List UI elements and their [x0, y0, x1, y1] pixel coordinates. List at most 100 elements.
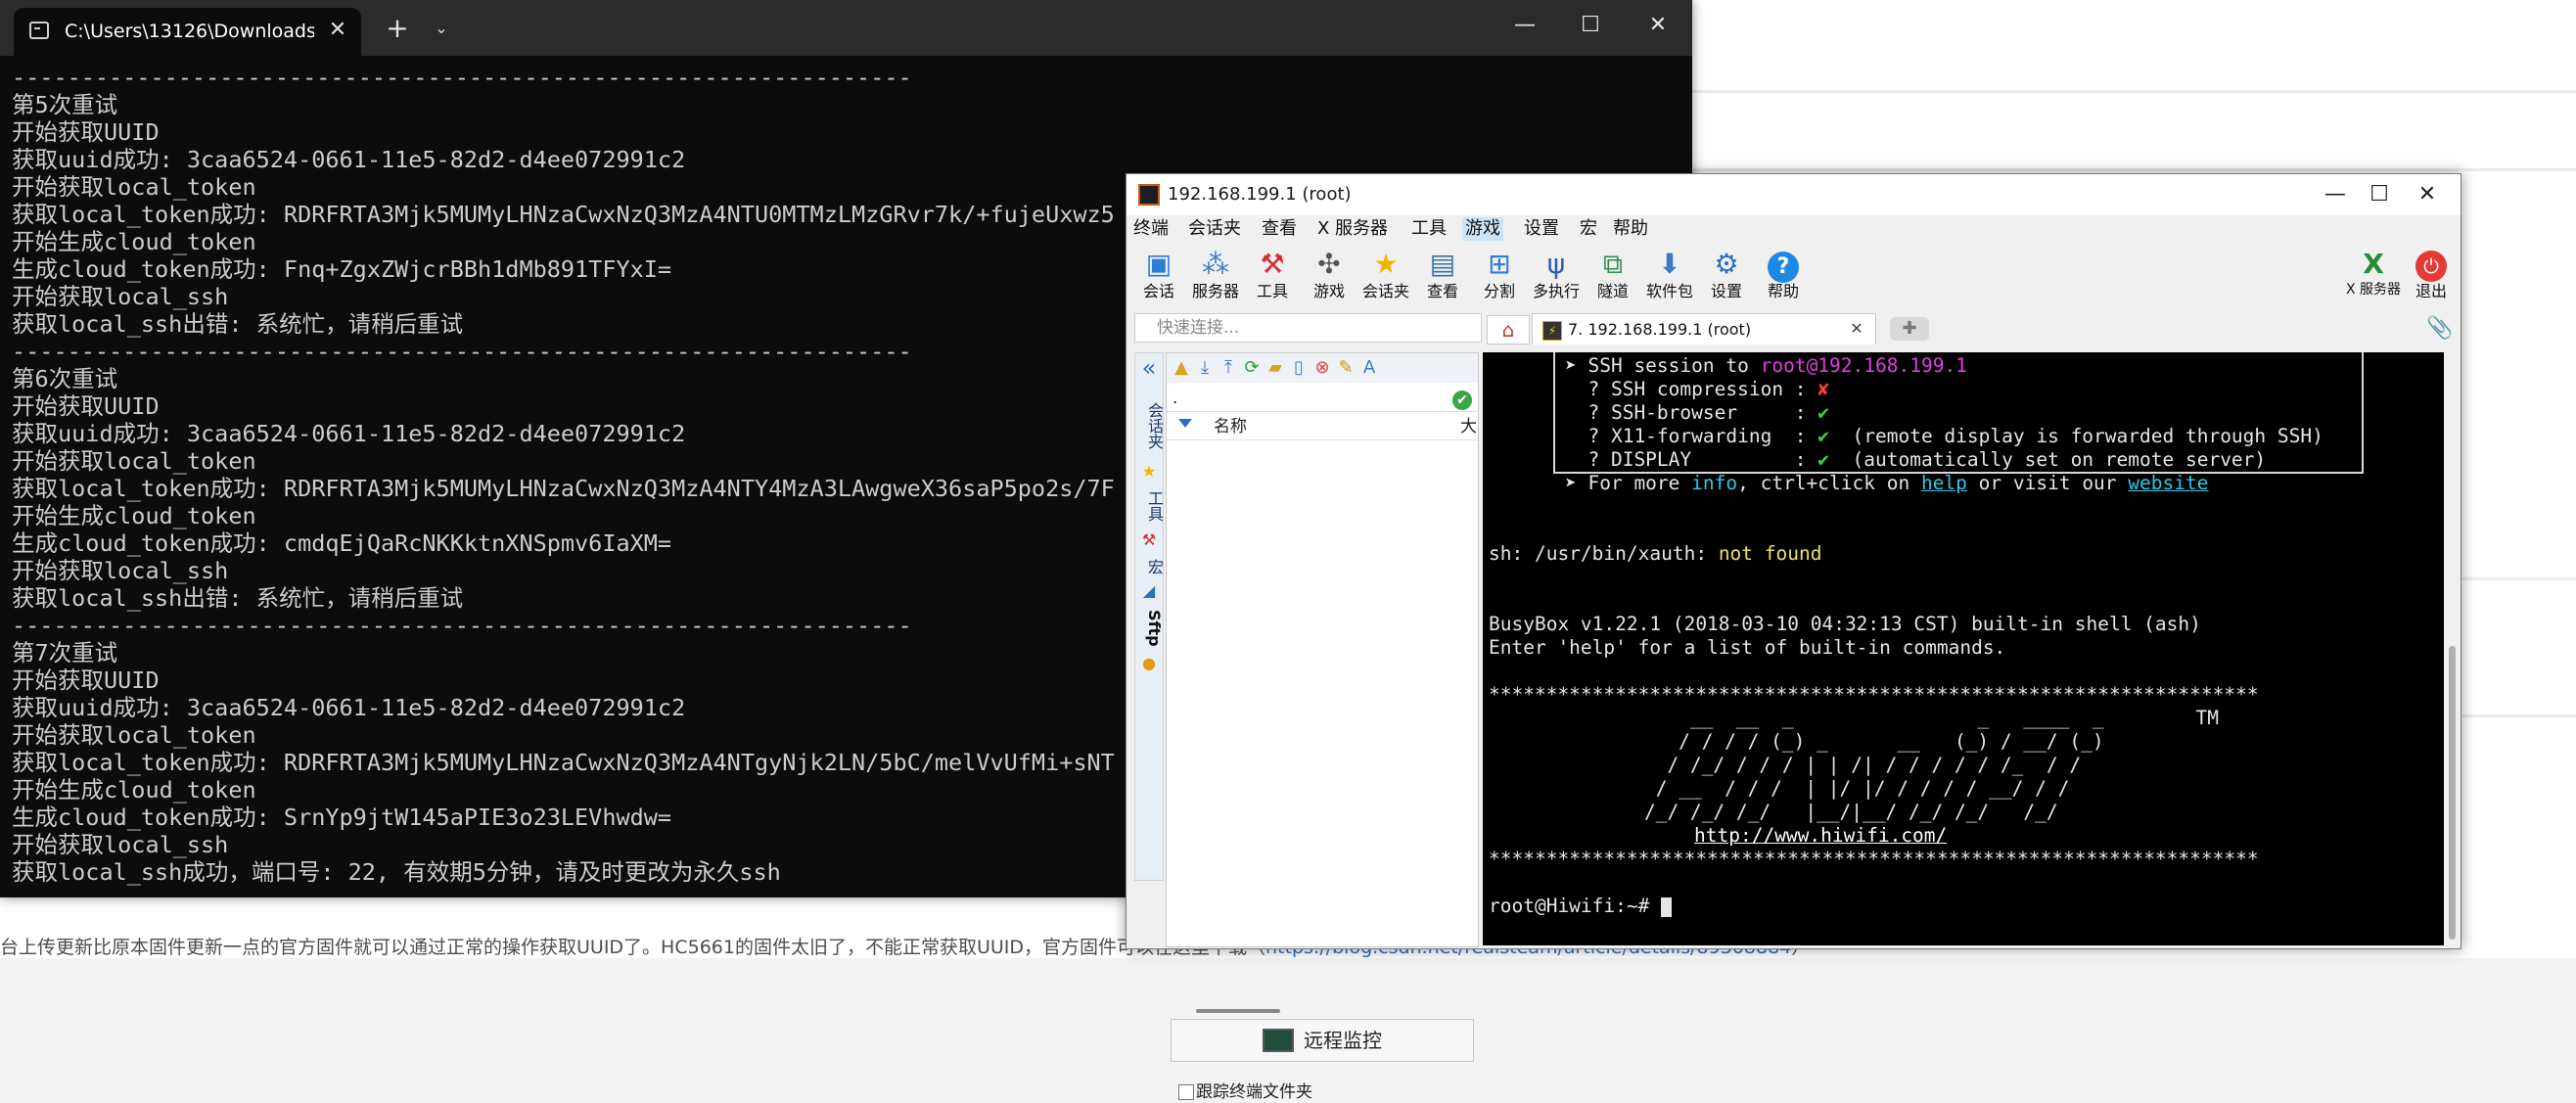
new-folder-icon[interactable]: ▰: [1265, 357, 1286, 379]
sftp-panel: ▲ ⤓ ⤒ ⟳ ▰ ▯ ⊗ ✎ A . ✔ 名称 大 远程监控 跟踪终端文件夹: [1166, 352, 1479, 1102]
term-line: ➤ SSH session to root@192.168.199.1: [1565, 354, 1967, 377]
maximize-button[interactable]: ☐: [1566, 8, 1615, 43]
terminal-output-line: 开始获取UUID: [12, 118, 160, 146]
column-size[interactable]: 大: [1460, 416, 1477, 437]
column-name[interactable]: 名称: [1214, 416, 1247, 437]
close-window-button[interactable]: ✕: [2403, 178, 2452, 211]
horizontal-scrollbar[interactable]: [1196, 1009, 1280, 1013]
menu-view[interactable]: 查看: [1259, 217, 1300, 241]
games-button[interactable]: ✣ 游戏: [1301, 245, 1357, 309]
minimize-button[interactable]: —: [2311, 178, 2360, 211]
hiwifi-link[interactable]: http://www.hiwifi.com/: [1694, 824, 1947, 847]
sidebar-tab-macros[interactable]: 宏: [1135, 559, 1164, 574]
multiexec-button[interactable]: ψ 多执行: [1528, 245, 1585, 309]
website-link[interactable]: website: [2128, 472, 2208, 494]
terminal-output-line: 获取local_token成功: RDRFRTA3Mjk5MUMyLHNzaCw…: [12, 475, 1115, 502]
menu-terminal[interactable]: 终端: [1130, 217, 1172, 241]
maximize-button[interactable]: ☐: [2355, 178, 2404, 211]
view-button[interactable]: ▤ 查看: [1414, 245, 1471, 309]
sessions-bookmark-button[interactable]: ★ 会话夹: [1357, 245, 1414, 309]
close-tab-icon[interactable]: ✕: [1846, 318, 1867, 340]
download-icon[interactable]: ⤓: [1194, 357, 1216, 379]
power-icon: ⏻: [2415, 247, 2448, 282]
sidebar-tab-sftp[interactable]: Sftp: [1135, 610, 1164, 647]
sidebar-tab-sessions[interactable]: 会话夹: [1135, 402, 1164, 449]
parent-folder-icon[interactable]: ▲: [1171, 357, 1192, 379]
chevron-down-icon[interactable]: ⌄: [427, 14, 456, 43]
wrench-icon[interactable]: ✎: [1335, 357, 1357, 379]
menu-help[interactable]: 帮助: [1610, 217, 1651, 241]
refresh-icon[interactable]: ⟳: [1241, 357, 1263, 379]
new-tab-button[interactable]: ✚: [1890, 317, 1929, 341]
multiexec-icon: ψ: [1546, 248, 1566, 280]
terminal-output-line: 开始生成cloud_token: [12, 502, 256, 529]
exit-button[interactable]: ⏻ 退出: [2403, 245, 2460, 309]
toolbar-label: 帮助: [1767, 282, 1799, 300]
new-file-icon[interactable]: ▯: [1288, 357, 1310, 379]
menu-games[interactable]: 游戏: [1462, 217, 1503, 241]
close-window-button[interactable]: ✕: [1633, 8, 1682, 43]
help-link[interactable]: help: [1921, 472, 1967, 494]
terminal-output-line: 开始获取local_ssh: [12, 283, 229, 310]
x-server-icon: X: [2363, 248, 2384, 280]
packages-button[interactable]: ⬇ 软件包: [1641, 245, 1698, 309]
split-button[interactable]: ⊞ 分割: [1471, 245, 1528, 309]
sftp-path-input[interactable]: .: [1167, 387, 1478, 412]
session-icon: ▣: [1145, 248, 1173, 280]
mobaxterm-titlebar[interactable]: 192.168.199.1 (root) — ☐ ✕: [1127, 174, 2461, 215]
terminal-scrollbar[interactable]: [2446, 352, 2459, 945]
settings-icon: ⚙: [1714, 248, 1739, 280]
servers-button[interactable]: ⁂ 服务器: [1187, 245, 1244, 309]
check-icon[interactable]: ✔: [1452, 391, 1472, 410]
help-icon: ?: [1767, 247, 1800, 283]
remote-monitoring-button[interactable]: 远程监控: [1171, 1019, 1474, 1062]
follow-folder-checkbox[interactable]: [1178, 1084, 1194, 1100]
menu-settings[interactable]: 设置: [1521, 217, 1562, 241]
paperclip-icon[interactable]: 📎: [2426, 315, 2454, 343]
menu-tools[interactable]: 工具: [1408, 217, 1449, 241]
quick-connect-input[interactable]: 快速连接...: [1134, 313, 1482, 343]
minimize-button[interactable]: —: [1500, 8, 1549, 43]
sidebar-vertical-tabs: « 会话夹 ★ 工具 ⚒ 宏 ◢ Sftp ●: [1134, 352, 1164, 881]
help-button[interactable]: ? 帮助: [1755, 245, 1812, 309]
x-server-button[interactable]: X X 服务器: [2344, 245, 2403, 309]
terminal-output-line: 生成cloud_token成功: SrnYp9jtW145aPIE3o23LEV…: [12, 804, 672, 831]
delete-icon[interactable]: ⊗: [1311, 357, 1333, 379]
menu-sessions[interactable]: 会话夹: [1185, 217, 1244, 241]
toolbar-label: 游戏: [1312, 282, 1345, 300]
terminal-output-line: 开始获取local_ssh: [12, 831, 229, 858]
ssh-session-tab[interactable]: ⚡ 7. 192.168.199.1 (root) ✕: [1532, 313, 1876, 345]
session-tab-bar: ⌂ ⚡ 7. 192.168.199.1 (root) ✕ ✚ 📎: [1487, 313, 2461, 345]
menu-macros[interactable]: 宏: [1577, 217, 1600, 241]
sort-arrow-icon[interactable]: [1178, 419, 1192, 428]
packages-icon: ⬇: [1658, 248, 1681, 280]
tools-button[interactable]: ⚒ 工具: [1244, 245, 1301, 309]
close-tab-icon[interactable]: ✕: [325, 18, 350, 43]
term-art-line: / / / / (_) _ __ (_) / __/ (_): [1598, 730, 2104, 753]
term-line: BusyBox v1.22.1 (2018-03-10 04:32:13 CST…: [1489, 613, 2201, 635]
term-line: ? SSH compression : ✘: [1565, 378, 1830, 400]
tunnel-button[interactable]: ⧉ 隧道: [1585, 245, 1641, 309]
settings-button[interactable]: ⚙ 设置: [1698, 245, 1755, 309]
upload-icon[interactable]: ⤒: [1218, 357, 1239, 379]
tools-icon: ⚒: [1141, 530, 1157, 549]
menu-xserver[interactable]: X 服务器: [1314, 217, 1391, 241]
term-line: Enter 'help' for a list of built-in comm…: [1489, 636, 2006, 659]
collapse-sidebar-icon[interactable]: «: [1135, 356, 1163, 380]
split-icon: ⊞: [1488, 248, 1511, 280]
home-tab[interactable]: ⌂: [1487, 315, 1530, 345]
bg-divider: [1692, 90, 2576, 93]
term-art-line: / /_/ / / / | | /| / / / / / /_ / /: [1598, 754, 2082, 776]
rename-icon[interactable]: A: [1358, 357, 1380, 379]
terminal-output-line: ----------------------------------------…: [12, 612, 912, 639]
terminal-tab-icon: ⚡: [1542, 321, 1562, 341]
ssh-terminal[interactable]: ➤ SSH session to root@192.168.199.1 ? SS…: [1483, 352, 2444, 945]
term-line: sh: /usr/bin/xauth: not found: [1489, 542, 1822, 565]
new-tab-button[interactable]: +: [383, 14, 412, 43]
scrollbar-thumb[interactable]: [2449, 646, 2456, 940]
session-button[interactable]: ▣ 会话: [1130, 245, 1187, 309]
toolbar-label: X 服务器: [2345, 282, 2402, 298]
terminal-titlebar[interactable]: C:\Users\13126\Downloads\hiw ✕ + ⌄ — ☐ ✕: [0, 0, 1692, 56]
terminal-tab[interactable]: C:\Users\13126\Downloads\hiw ✕: [14, 8, 361, 56]
sidebar-tab-tools[interactable]: 工具: [1135, 490, 1164, 522]
